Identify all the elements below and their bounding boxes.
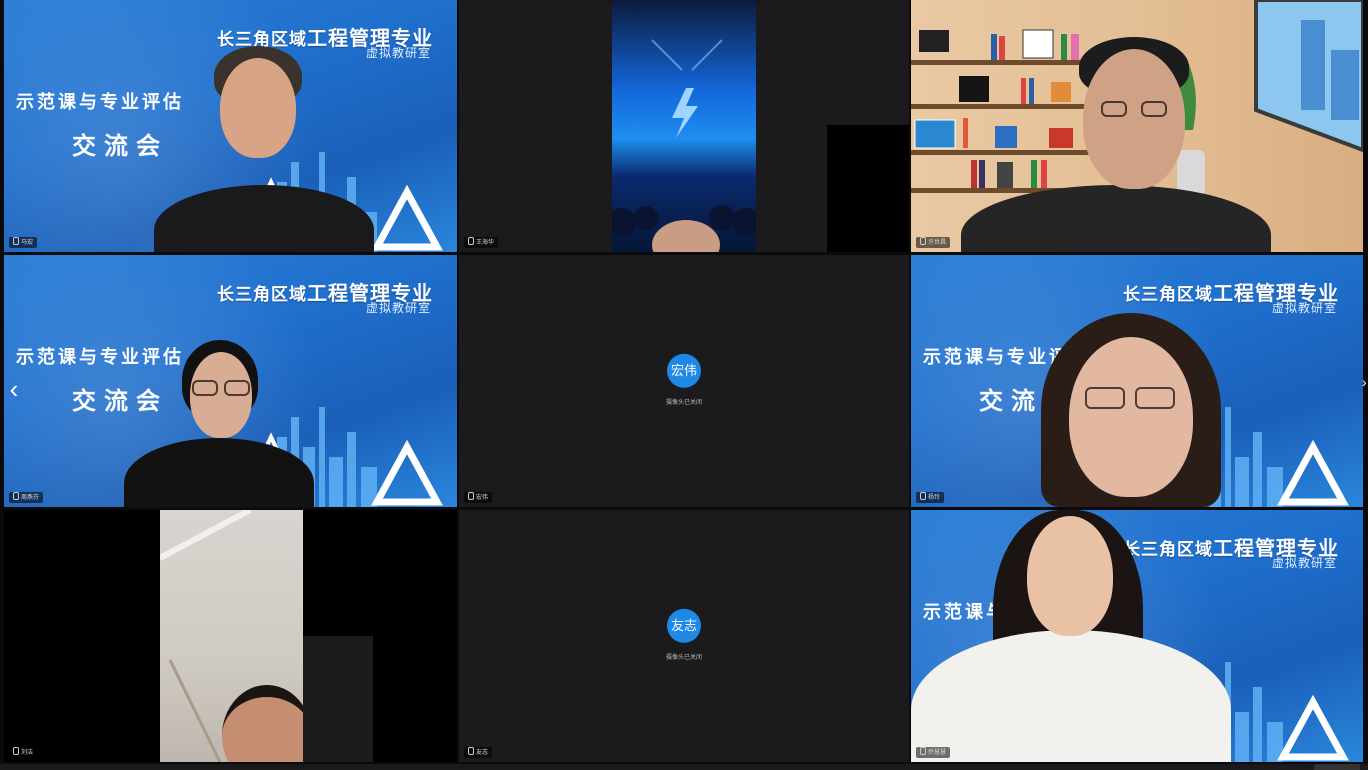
toolbar-button[interactable] [1314,764,1360,770]
video-tile-7[interactable]: 刘洁 [4,510,457,762]
next-page-arrow[interactable]: › [1362,374,1368,394]
mic-icon [468,237,474,245]
participant-video [911,510,1231,762]
mic-icon [920,747,926,755]
mic-icon [468,492,474,500]
participant-name-tag: 乔慧慧 [916,747,951,758]
mic-icon [13,237,19,245]
mic-icon [920,237,926,245]
video-tile-6[interactable]: 长三角区域工程管理专业 虚拟教研室 示范课与专业评估 交流会 杨玲 [911,255,1363,507]
video-tile-5[interactable]: 宏伟 摄像头已关闭 宏伟 [459,255,909,507]
ceiling-view-video [160,510,312,762]
banner-subtitle: 虚拟教研室 [1271,301,1337,315]
participant-name-tag: 友志 [464,747,493,758]
mic-icon [468,747,474,755]
bottom-toolbar [0,764,1368,770]
prev-page-arrow[interactable]: ‹ [6,374,22,404]
video-tile-1[interactable]: 长三角区域工程管理专业 虚拟教研室 示范课与专业评估 交流会 马宏 [4,0,457,252]
video-tile-2[interactable]: 王海华 [459,0,909,252]
mic-icon [920,492,926,500]
banner-subtitle: 虚拟教研室 [365,301,431,315]
video-tile-3[interactable]: 许世昌 [911,0,1363,252]
participant-name-tag: 周燕芬 [9,492,44,503]
participant-video [961,35,1271,252]
black-overlay [827,125,909,252]
video-tile-4[interactable]: 长三角区域工程管理专业 虚拟教研室 示范课与专业评估 交流会 周燕芬 [4,255,457,507]
camera-off-label: 摄像头已关闭 [665,655,703,661]
banner-subtitle: 虚拟教研室 [365,46,431,60]
banner-title: 长三角区域工程管理专业 [217,281,433,305]
video-tile-8[interactable]: 友志 摄像头已关闭 友志 [459,510,909,762]
participant-video [154,40,374,252]
participant-name-tag: 马宏 [9,237,38,248]
virtual-stage-background [612,0,756,252]
participant-name-tag: 杨玲 [916,492,945,503]
camera-off-label: 摄像头已关闭 [665,400,703,406]
participant-name-tag: 刘洁 [9,747,38,758]
participant-video [1031,313,1231,507]
mic-icon [13,747,19,755]
participant-video [124,340,314,507]
banner-subtitle: 虚拟教研室 [1271,556,1337,570]
participant-name-tag: 许世昌 [916,237,951,248]
banner-title: 长三角区域工程管理专业 [1123,281,1339,305]
participant-name-tag: 王海华 [464,237,499,248]
participant-avatar: 宏伟 [667,353,701,388]
participant-avatar: 友志 [667,608,701,643]
participant-name-tag: 宏伟 [464,492,493,503]
video-tile-9[interactable]: 长三角区域工程管理专业 虚拟教研室 示范课与专业评估 乔慧慧 [911,510,1363,762]
gray-overlay [303,636,373,762]
mic-icon [13,492,19,500]
lightning-logo-icon [612,39,756,236]
